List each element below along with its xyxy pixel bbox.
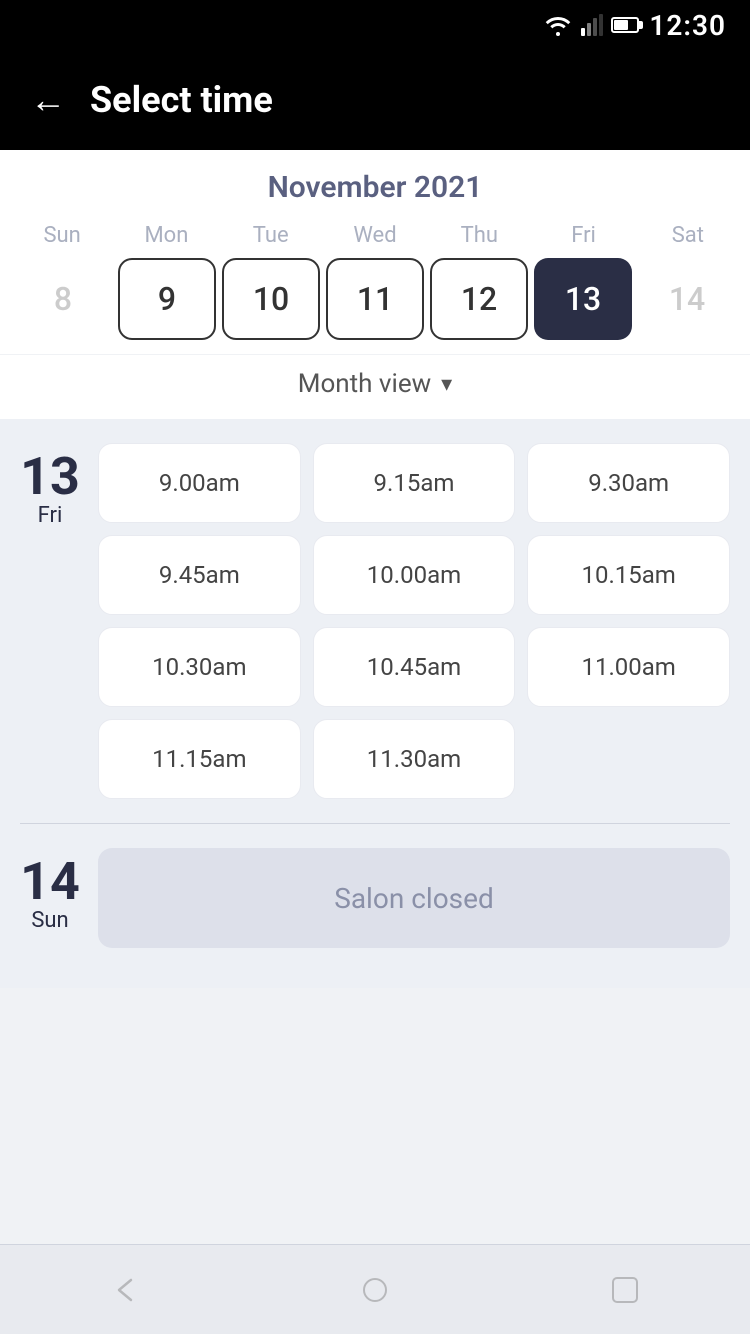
- nav-home-button[interactable]: [357, 1272, 393, 1308]
- date-cell-10[interactable]: 10: [222, 258, 320, 340]
- time-slots-section: 13 Fri 9.00am9.15am9.30am9.45am10.00am10…: [0, 419, 750, 988]
- time-slot-9-15am[interactable]: 9.15am: [313, 443, 516, 523]
- day-number-13: 13: [20, 451, 80, 503]
- closed-block: 14 Sun Salon closed: [20, 848, 730, 948]
- day-headers: Sun Mon Tue Wed Thu Fri Sat: [0, 223, 750, 248]
- month-view-toggle[interactable]: Month view ▾: [0, 354, 750, 419]
- time-slot-10-00am[interactable]: 10.00am: [313, 535, 516, 615]
- day-label-col-13: 13 Fri: [20, 443, 80, 799]
- time-slot-11-00am[interactable]: 11.00am: [527, 627, 730, 707]
- page-title: Select time: [90, 79, 273, 121]
- status-icons: [543, 14, 639, 36]
- time-slot-10-45am[interactable]: 10.45am: [313, 627, 516, 707]
- day-header-thu: Thu: [427, 223, 531, 248]
- day-header-sun: Sun: [10, 223, 114, 248]
- bottom-nav: [0, 1244, 750, 1334]
- salon-closed-box: Salon closed: [98, 848, 730, 948]
- status-bar: 12:30: [0, 0, 750, 50]
- chevron-down-icon: ▾: [441, 372, 452, 397]
- time-slot-9-00am[interactable]: 9.00am: [98, 443, 301, 523]
- section-divider: [20, 823, 730, 824]
- day-number-14: 14: [20, 856, 80, 908]
- date-row: 891011121314: [0, 258, 750, 354]
- day-header-tue: Tue: [219, 223, 323, 248]
- battery-icon: [611, 17, 639, 33]
- status-time: 12:30: [649, 9, 726, 42]
- slots-grid: 9.00am9.15am9.30am9.45am10.00am10.15am10…: [98, 443, 730, 799]
- time-slot-10-15am[interactable]: 10.15am: [527, 535, 730, 615]
- calendar-section: November 2021 Sun Mon Tue Wed Thu Fri Sa…: [0, 150, 750, 419]
- date-cell-9[interactable]: 9: [118, 258, 216, 340]
- back-button[interactable]: ←: [30, 82, 66, 118]
- time-slot-9-30am[interactable]: 9.30am: [527, 443, 730, 523]
- day-label-col-14: 14 Sun: [20, 848, 80, 948]
- month-label: November 2021: [0, 170, 750, 205]
- date-cell-14: 14: [638, 258, 736, 340]
- nav-recent-button[interactable]: [607, 1272, 643, 1308]
- time-slot-10-30am[interactable]: 10.30am: [98, 627, 301, 707]
- date-cell-12[interactable]: 12: [430, 258, 528, 340]
- day-header-mon: Mon: [114, 223, 218, 248]
- time-slot-11-15am[interactable]: 11.15am: [98, 719, 301, 799]
- day-block-13: 13 Fri 9.00am9.15am9.30am9.45am10.00am10…: [20, 443, 730, 799]
- signal-icon: [581, 14, 603, 36]
- day-name-sun: Sun: [31, 908, 68, 933]
- wifi-icon: [543, 14, 573, 36]
- date-cell-13[interactable]: 13: [534, 258, 632, 340]
- date-cell-11[interactable]: 11: [326, 258, 424, 340]
- time-slot-11-30am[interactable]: 11.30am: [313, 719, 516, 799]
- day-header-fri: Fri: [531, 223, 635, 248]
- day-header-wed: Wed: [323, 223, 427, 248]
- day-header-sat: Sat: [636, 223, 740, 248]
- date-cell-8: 8: [14, 258, 112, 340]
- nav-back-button[interactable]: [107, 1272, 143, 1308]
- app-header: ← Select time: [0, 50, 750, 150]
- time-slot-9-45am[interactable]: 9.45am: [98, 535, 301, 615]
- month-view-label: Month view: [298, 369, 431, 399]
- day-name-fri: Fri: [38, 503, 63, 528]
